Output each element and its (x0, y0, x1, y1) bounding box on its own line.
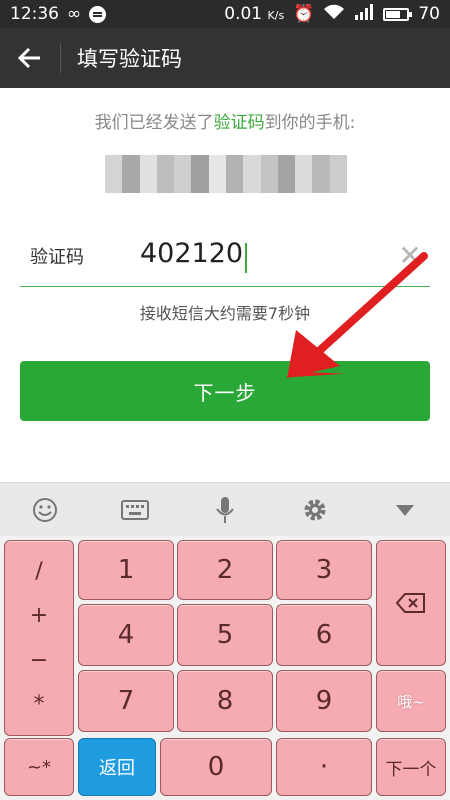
gear-icon[interactable] (295, 490, 335, 530)
status-bar: 12:36 ∞ 0.01 K/s ⏰ 70 (0, 0, 450, 28)
next-field-key[interactable]: 下一个 (376, 738, 446, 796)
key-4[interactable]: 4 (78, 604, 174, 666)
code-label: 验证码 (30, 246, 84, 268)
network-speed: 0.01 K/s (224, 4, 285, 24)
status-time: 12:36 (10, 4, 59, 24)
key-1[interactable]: 1 (78, 540, 174, 600)
numeric-keyboard: / + − * 1 2 3 4 5 6 7 8 9 哦~ ~* 返回 0 · 下… (0, 536, 450, 800)
key-6[interactable]: 6 (276, 604, 372, 666)
key-8[interactable]: 8 (177, 670, 273, 732)
return-key[interactable]: 返回 (78, 738, 156, 796)
key-3[interactable]: 3 (276, 540, 372, 600)
blurred-phone-number (105, 155, 347, 193)
battery-icon (383, 7, 413, 21)
next-step-button[interactable]: 下一步 (20, 361, 430, 421)
microphone-icon[interactable] (205, 490, 245, 530)
key-2[interactable]: 2 (177, 540, 273, 600)
verification-code-field[interactable]: 验证码 402120 ✕ (20, 225, 430, 287)
chevron-down-icon[interactable] (385, 490, 425, 530)
sms-hint: 接收短信大约需要7秒钟 (139, 304, 311, 323)
battery-level: 70 (418, 4, 440, 24)
face-key[interactable]: 哦~ (376, 670, 446, 732)
emoji-icon[interactable] (25, 490, 65, 530)
infinity-icon: ∞ (67, 4, 82, 24)
key-5[interactable]: 5 (177, 604, 273, 666)
delete-key[interactable] (376, 540, 446, 666)
back-arrow-icon[interactable] (0, 28, 60, 88)
code-input[interactable]: 402120 (140, 238, 248, 273)
message-icon (89, 5, 107, 23)
key-0[interactable]: 0 (160, 738, 272, 796)
tilde-symbols-key[interactable]: ~* (4, 738, 74, 796)
backspace-icon (396, 593, 425, 613)
sent-info-text: 我们已经发送了验证码到你的手机: (94, 113, 356, 133)
page-title: 填写验证码 (77, 47, 182, 71)
dot-key[interactable]: · (276, 738, 372, 796)
symbols-key[interactable]: / + − * (4, 540, 74, 736)
clear-icon[interactable]: ✕ (390, 239, 430, 272)
key-9[interactable]: 9 (276, 670, 372, 732)
highlight-text: 验证码 (213, 113, 265, 133)
wifi-icon (323, 4, 345, 25)
title-divider (60, 43, 61, 73)
title-bar: 填写验证码 (0, 28, 450, 88)
signal-icon (354, 3, 374, 25)
keyboard-icon[interactable] (115, 490, 155, 530)
alarm-icon: ⏰ (293, 4, 315, 24)
keyboard-toolbar (0, 482, 450, 536)
key-7[interactable]: 7 (78, 670, 174, 732)
